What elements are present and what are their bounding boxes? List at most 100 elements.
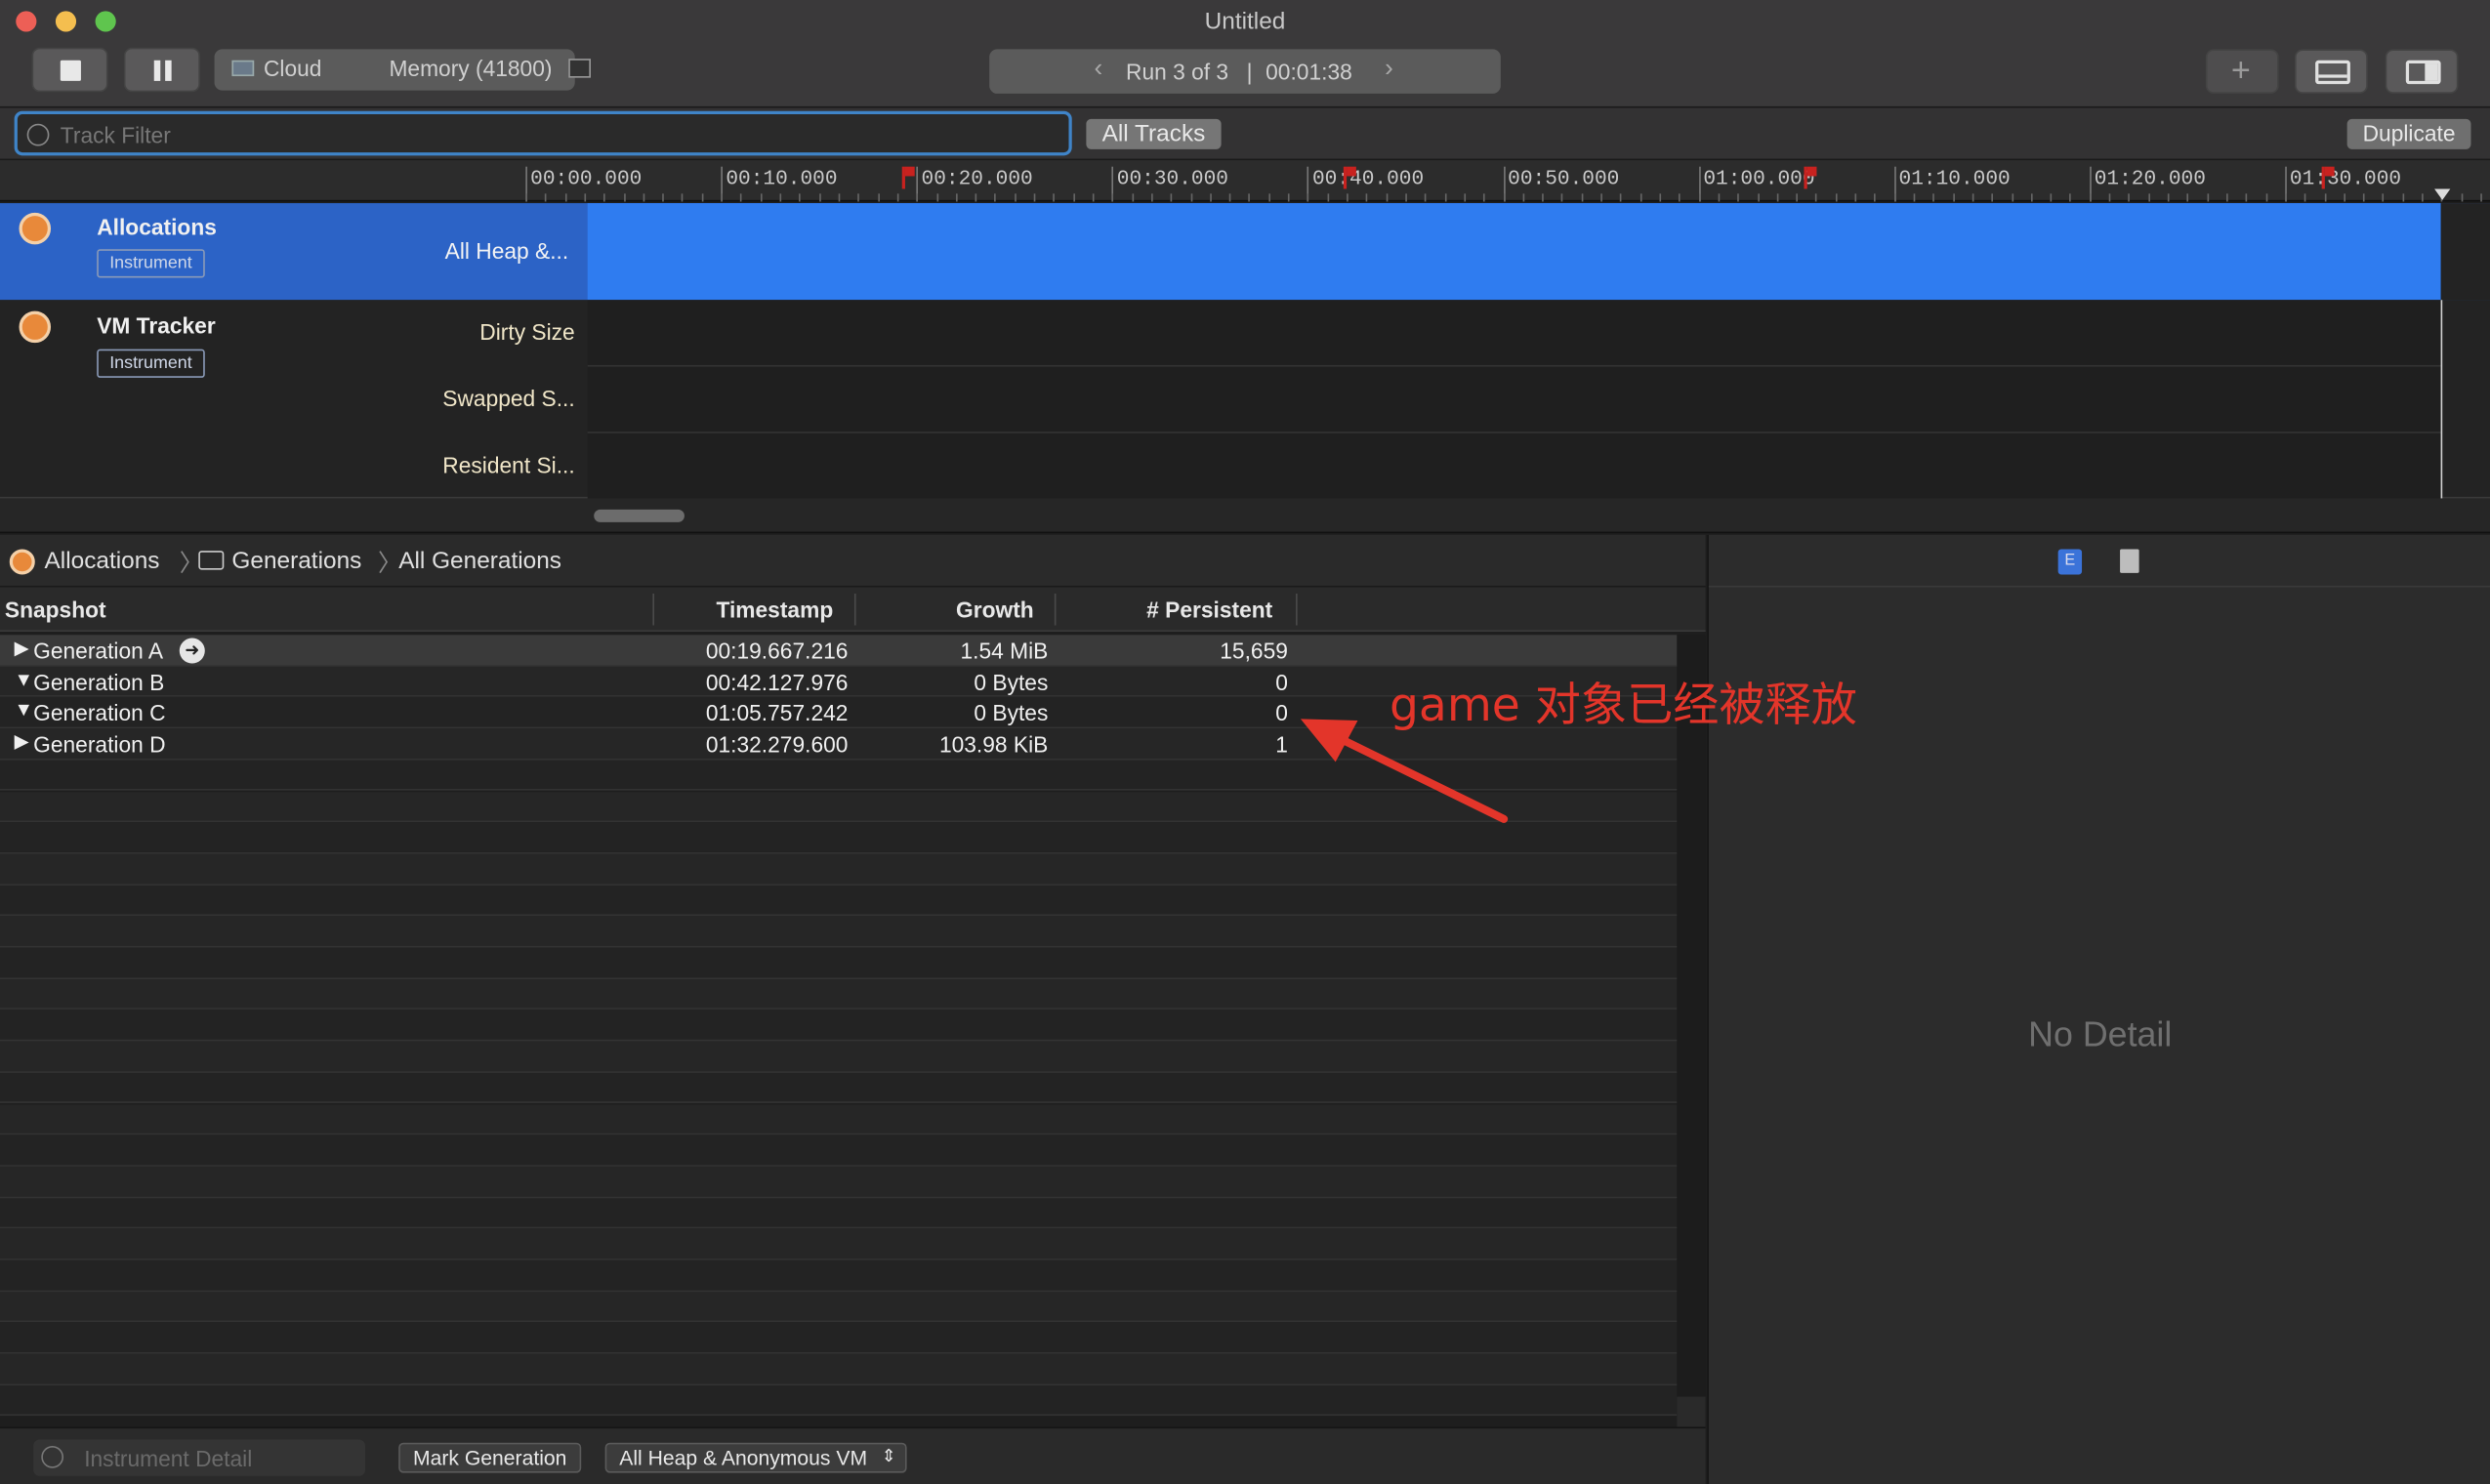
track-name: VM Tracker xyxy=(97,312,216,339)
table-row[interactable]: ▶ Generation A ➜ 00:19.667.216 1.54 MiB 15,65… xyxy=(0,635,1678,667)
disclosure-triangle-icon[interactable]: ▼ xyxy=(15,699,33,721)
ruler-minor-tick xyxy=(1327,193,1329,202)
filter-icon xyxy=(26,123,50,146)
breadcrumb-all-generations[interactable]: All Generations xyxy=(398,548,561,575)
ruler-minor-tick xyxy=(2402,193,2404,202)
ruler-minor-tick xyxy=(1189,193,1192,202)
mark-generation-button[interactable]: Mark Generation xyxy=(398,1442,582,1473)
go-arrow-icon[interactable]: ➜ xyxy=(179,638,205,664)
ruler-minor-tick xyxy=(1776,193,1779,202)
instrument-detail-placeholder: Instrument Detail xyxy=(84,1445,253,1471)
ruler-minor-tick xyxy=(2128,193,2131,202)
generation-persistent: 1 xyxy=(1275,731,1288,758)
ruler-minor-tick xyxy=(1991,193,1994,202)
ruler-ticks: 00:00.000 00:10.000 00:20.000 00:30.000 00:4… xyxy=(525,160,2490,202)
ruler-minor-tick xyxy=(2050,193,2053,202)
empty-row xyxy=(0,978,1678,1010)
ruler-minor-tick xyxy=(1522,193,1524,202)
add-instrument-button[interactable]: + xyxy=(2205,49,2279,94)
ruler-minor-tick xyxy=(896,193,899,202)
ruler-minor-tick xyxy=(1072,193,1075,202)
ruler-minor-tick xyxy=(2030,193,2033,202)
allocations-graph[interactable] xyxy=(587,203,2441,301)
ruler-minor-tick xyxy=(1150,193,1153,202)
empty-row xyxy=(0,1010,1678,1042)
ruler-minor-tick xyxy=(1249,193,1251,202)
ruler-minor-tick xyxy=(1620,193,1623,202)
generation-flag xyxy=(1804,166,1817,189)
track-vm-tracker[interactable]: VM Tracker Instrument Dirty Size Swapped… xyxy=(0,300,2490,499)
playhead-icon[interactable] xyxy=(2434,188,2451,200)
ruler-minor-tick xyxy=(1952,193,1955,202)
filter-icon xyxy=(41,1445,64,1468)
track-allocations[interactable]: Allocations Instrument All Heap &... xyxy=(0,203,2490,301)
table-scrollbar[interactable] xyxy=(1677,635,1706,1427)
heap-scope-select[interactable]: All Heap & Anonymous VM ⇕ xyxy=(604,1442,907,1473)
ruler-minor-tick xyxy=(1835,193,1838,202)
track-sub-label: All Heap &... xyxy=(444,237,569,264)
disclosure-triangle-icon[interactable]: ▶ xyxy=(15,730,29,753)
scrollbar-thumb[interactable] xyxy=(594,509,685,522)
ruler-minor-tick xyxy=(2363,193,2365,202)
target-selector[interactable]: Cloud Memory (41800) xyxy=(214,49,591,91)
disclosure-triangle-icon[interactable]: ▼ xyxy=(15,668,33,690)
ruler-minor-tick xyxy=(2147,193,2150,202)
stop-icon xyxy=(60,60,81,81)
instrument-detail-field[interactable]: Instrument Detail xyxy=(33,1439,366,1476)
empty-row xyxy=(0,1041,1678,1073)
all-tracks-button[interactable]: All Tracks xyxy=(1086,118,1222,149)
duplicate-button[interactable]: Duplicate xyxy=(2346,118,2471,149)
ruler-minor-tick xyxy=(1347,193,1349,202)
vm-tracker-graph[interactable] xyxy=(587,300,2441,499)
ruler-minor-tick xyxy=(916,193,919,202)
target-device: Cloud xyxy=(263,55,322,81)
document-icon[interactable] xyxy=(2120,549,2139,573)
updown-chevron-icon: ⇕ xyxy=(881,1447,896,1467)
playhead-line xyxy=(2440,300,2443,499)
track-filter-field[interactable]: Track Filter xyxy=(14,110,1072,156)
ruler-minor-tick xyxy=(994,193,997,202)
toggle-detail-area-button[interactable] xyxy=(2294,49,2368,94)
ruler-minor-tick xyxy=(1288,193,1290,202)
ruler-minor-tick xyxy=(2265,193,2267,202)
ruler-minor-tick xyxy=(2324,193,2326,202)
column-persistent[interactable]: # Persistent xyxy=(1146,597,1272,622)
vm-tracker-instrument-icon xyxy=(19,310,52,344)
ruler-minor-tick xyxy=(1542,193,1544,202)
toggle-inspector-button[interactable] xyxy=(2385,49,2459,94)
empty-row xyxy=(0,916,1678,948)
ruler-minor-tick xyxy=(2069,193,2072,202)
generation-name: Generation D xyxy=(33,731,166,758)
ruler-minor-tick xyxy=(1366,193,1368,202)
plus-icon: + xyxy=(2230,52,2251,90)
column-snapshot[interactable]: Snapshot xyxy=(5,597,106,622)
ruler-minor-tick xyxy=(1053,193,1056,202)
breadcrumb-generations[interactable]: Generations xyxy=(231,548,361,575)
ruler-minor-tick xyxy=(2461,193,2463,202)
track-sub-label: Resident Si... xyxy=(442,452,575,478)
track-badge: Instrument xyxy=(97,349,205,378)
extended-detail-tab[interactable]: E xyxy=(2057,549,2083,575)
run-time: 00:01:38 xyxy=(1266,59,1352,85)
empty-row xyxy=(0,1166,1678,1198)
column-timestamp[interactable]: Timestamp xyxy=(716,597,833,622)
next-run-button[interactable]: › xyxy=(1385,56,1393,84)
disclosure-triangle-icon[interactable]: ▶ xyxy=(15,637,29,659)
track-badge: Instrument xyxy=(97,249,205,278)
ruler-minor-tick xyxy=(2186,193,2189,202)
column-growth[interactable]: Growth xyxy=(956,597,1034,622)
pause-button[interactable] xyxy=(123,47,200,93)
timeline-scrollbar[interactable] xyxy=(0,498,2490,534)
timeline-ruler[interactable]: 00:00.000 00:10.000 00:20.000 00:30.000 00:4… xyxy=(0,160,2490,202)
target-process: Memory (41800) xyxy=(389,55,553,81)
ruler-minor-tick xyxy=(1757,193,1760,202)
empty-row xyxy=(0,1197,1678,1229)
breadcrumb-allocations[interactable]: Allocations xyxy=(45,548,160,575)
empty-row xyxy=(0,1228,1678,1260)
run-separator: | xyxy=(1246,59,1253,85)
ruler-minor-tick xyxy=(603,193,605,202)
generation-growth: 1.54 MiB xyxy=(960,638,1049,664)
stop-button[interactable] xyxy=(31,47,108,93)
generation-name: Generation C xyxy=(33,700,166,726)
previous-run-button[interactable]: ‹ xyxy=(1095,56,1103,84)
